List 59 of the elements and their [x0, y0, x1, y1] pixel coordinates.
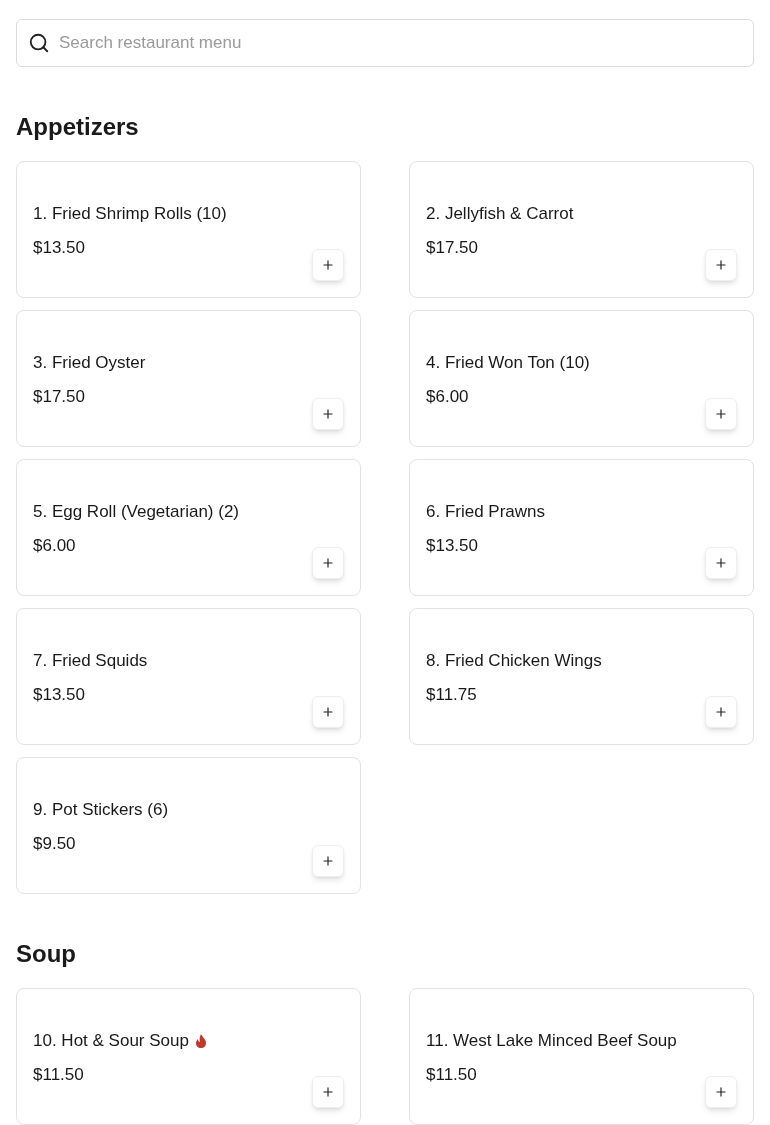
menu-item-card[interactable]: 4. Fried Won Ton (10) $6.00	[409, 310, 754, 447]
item-price: $17.50	[33, 386, 86, 408]
section-heading: Appetizers	[16, 112, 140, 142]
plus-icon	[321, 1085, 335, 1099]
item-price: $11.50	[33, 1064, 85, 1086]
menu-item-card[interactable]: 8. Fried Chicken Wings $11.75	[409, 608, 754, 745]
add-button[interactable]	[312, 547, 344, 579]
search-icon	[28, 32, 50, 54]
plus-icon	[714, 705, 728, 719]
plus-icon	[714, 556, 728, 570]
plus-icon	[714, 258, 728, 272]
plus-icon	[714, 1085, 728, 1099]
menu-item-card[interactable]: 10. Hot & Sour Soup $11.50	[16, 988, 361, 1125]
item-name: 5. Egg Roll (Vegetarian) (2)	[33, 501, 239, 523]
item-name: 9. Pot Stickers (6)	[33, 799, 169, 821]
menu-item-card[interactable]: 9. Pot Stickers (6) $9.50	[16, 757, 361, 894]
menu-item-card[interactable]: 2. Jellyfish & Carrot $17.50	[409, 161, 754, 298]
plus-icon	[321, 407, 335, 421]
plus-icon	[714, 407, 728, 421]
add-button[interactable]	[312, 696, 344, 728]
item-name: 3. Fried Oyster	[33, 352, 146, 374]
add-button[interactable]	[312, 845, 344, 877]
menu-item-card[interactable]: 3. Fried Oyster $17.50	[16, 310, 361, 447]
item-name: 4. Fried Won Ton (10)	[426, 352, 590, 374]
item-name: 6. Fried Prawns	[426, 501, 546, 523]
add-button[interactable]	[312, 1076, 344, 1108]
item-price: $11.75	[426, 684, 478, 706]
menu-item-card[interactable]: 5. Egg Roll (Vegetarian) (2) $6.00	[16, 459, 361, 596]
add-button[interactable]	[705, 547, 737, 579]
add-button[interactable]	[705, 696, 737, 728]
add-button[interactable]	[312, 249, 344, 281]
item-name: 10. Hot & Sour Soup	[33, 1030, 189, 1052]
item-name: 8. Fried Chicken Wings	[426, 650, 602, 672]
item-name: 1. Fried Shrimp Rolls (10)	[33, 203, 227, 225]
plus-icon	[321, 705, 335, 719]
item-name: 2. Jellyfish & Carrot	[426, 203, 574, 225]
plus-icon	[321, 556, 335, 570]
menu-item-card[interactable]: 6. Fried Prawns $13.50	[409, 459, 754, 596]
add-button[interactable]	[312, 398, 344, 430]
search-field[interactable]: Search restaurant menu	[16, 19, 754, 67]
menu-item-card[interactable]: 7. Fried Squids $13.50	[16, 608, 361, 745]
add-button[interactable]	[705, 249, 737, 281]
menu-item-card[interactable]: 11. West Lake Minced Beef Soup $11.50	[409, 988, 754, 1125]
item-price: $13.50	[33, 684, 86, 706]
item-price: $6.00	[33, 535, 77, 557]
item-price: $13.50	[426, 535, 479, 557]
item-name: 7. Fried Squids	[33, 650, 148, 672]
section-heading: Soup	[16, 939, 77, 969]
plus-icon	[321, 854, 335, 868]
add-button[interactable]	[705, 1076, 737, 1108]
item-name: 11. West Lake Minced Beef Soup	[426, 1030, 677, 1052]
plus-icon	[321, 258, 335, 272]
item-price: $6.00	[426, 386, 470, 408]
menu-item-card[interactable]: 1. Fried Shrimp Rolls (10) $13.50	[16, 161, 361, 298]
add-button[interactable]	[705, 398, 737, 430]
item-price: $17.50	[426, 237, 479, 259]
item-price: $13.50	[33, 237, 86, 259]
item-price: $9.50	[33, 833, 77, 855]
item-price: $11.50	[426, 1064, 478, 1086]
